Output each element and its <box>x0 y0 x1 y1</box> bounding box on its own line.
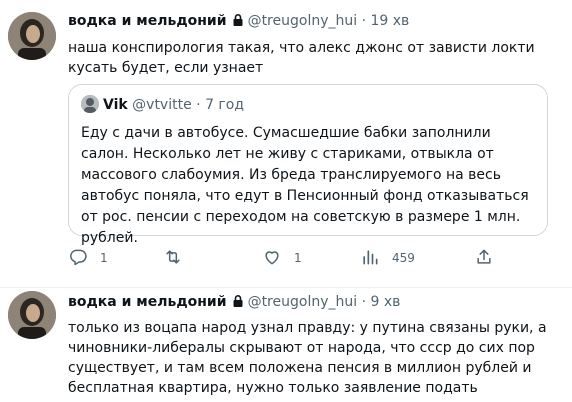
quote-header: Vik @vtvitte · 7 год <box>81 95 244 115</box>
like-count: 1 <box>294 251 302 265</box>
lock-icon <box>231 293 245 315</box>
tweet-header: водка и мельдоний @treugolny_hui · 9 хв <box>68 291 400 313</box>
quote-text: Еду с дачи в автобусе. Сумасшедшие бабки… <box>81 125 529 246</box>
action-bar: 1 1 459 <box>68 246 508 270</box>
quote-timestamp: 7 год <box>205 97 245 113</box>
quoted-tweet[interactable]: Vik @vtvitte · 7 год Еду с дачи в автобу… <box>68 84 548 246</box>
timestamp[interactable]: 9 хв <box>370 294 400 310</box>
tweet-header: водка и мельдоний @treugolny_hui · 19 хв <box>68 10 409 32</box>
lock-icon <box>231 12 245 34</box>
heart-icon <box>262 247 282 270</box>
views-icon <box>360 247 380 270</box>
display-name[interactable]: водка и мельдоний <box>68 294 227 310</box>
separator-dot: · <box>361 13 367 29</box>
reply-button[interactable]: 1 <box>68 246 108 270</box>
handle[interactable]: @treugolny_hui <box>248 294 358 310</box>
separator-dot: · <box>196 97 201 113</box>
retweet-button[interactable] <box>163 246 195 270</box>
tweet-text: только из воцапа народ узнал правду: у п… <box>68 320 547 396</box>
quote-handle: @vtvitte <box>132 97 192 113</box>
share-button[interactable] <box>474 246 494 270</box>
tweet-text: наша конспирология такая, что алекс джон… <box>68 40 535 76</box>
reply-count: 1 <box>100 251 108 265</box>
reply-icon <box>68 247 88 270</box>
like-button[interactable]: 1 <box>262 246 302 270</box>
share-icon <box>474 247 494 270</box>
retweet-icon <box>163 247 183 270</box>
handle[interactable]: @treugolny_hui <box>248 13 358 29</box>
views-count: 459 <box>392 251 415 265</box>
avatar[interactable] <box>8 291 56 339</box>
views-button[interactable]: 459 <box>360 246 415 270</box>
tweet[interactable]: водка и мельдоний @treugolny_hui · 19 хв … <box>0 0 572 288</box>
display-name[interactable]: водка и мельдоний <box>68 13 227 29</box>
separator-dot: · <box>361 294 367 310</box>
tweet[interactable]: водка и мельдоний @treugolny_hui · 9 хв т… <box>0 288 572 402</box>
quote-avatar <box>81 95 99 113</box>
quote-display-name: Vik <box>103 97 128 113</box>
timestamp[interactable]: 19 хв <box>370 13 409 29</box>
avatar[interactable] <box>8 12 56 60</box>
